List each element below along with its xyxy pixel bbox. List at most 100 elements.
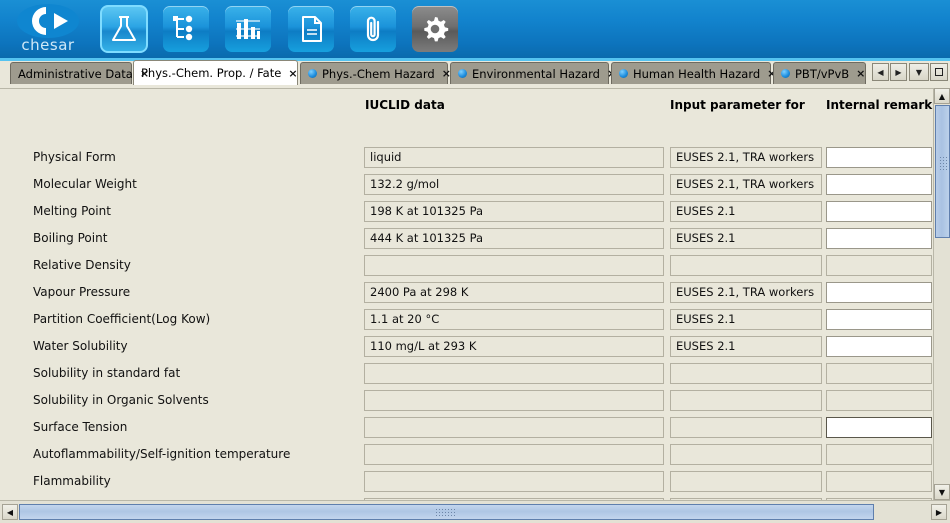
tab-close-icon[interactable]: × [856,67,865,80]
input-parameter-for-field[interactable]: EUSES 2.1, TRA workers [670,174,822,195]
chesar-logo: chesar [6,1,90,57]
horizontal-scrollbar[interactable]: ◀ ▶ [0,500,950,523]
property-label: Partition Coefficient(Log Kow) [33,312,211,326]
property-label: Physical Form [33,150,116,164]
scroll-left-button[interactable]: ◀ [2,504,18,520]
table-row: Flammability [0,469,935,496]
property-label: Water Solubility [33,339,128,353]
input-parameter-for-field[interactable]: EUSES 2.1 [670,309,822,330]
toolbar-button-substance[interactable] [100,5,148,53]
tab-close-icon[interactable]: × [140,67,149,80]
toolbar-button-assessment[interactable] [225,6,271,52]
scroll-up-button[interactable]: ▲ [934,88,950,104]
tab-list-dropdown-button[interactable]: ▼ [909,63,929,81]
internal-remarks-field[interactable] [826,309,932,330]
input-parameter-for-field[interactable]: EUSES 2.1 [670,336,822,357]
scroll-right-button[interactable]: ▶ [931,504,947,520]
input-parameter-for-field[interactable] [670,255,822,276]
internal-remarks-field[interactable] [826,255,932,276]
internal-remarks-field[interactable] [826,336,932,357]
column-header-input-parameter-for: Input parameter for [670,98,805,112]
tab-pbt-vpvb[interactable]: PBT/vPvB × [773,62,866,84]
gear-icon [424,17,449,42]
triangle-down-icon: ▼ [938,487,946,497]
property-label: Surface Tension [33,420,128,434]
horizontal-scrollbar-thumb[interactable] [19,504,874,520]
input-parameter-for-field[interactable] [670,471,822,492]
tab-human-health-hazard[interactable]: Human Health Hazard × [611,62,776,84]
chevron-down-icon: ▼ [915,67,923,77]
table-row: Physical Form liquid EUSES 2.1, TRA worker… [0,145,935,172]
internal-remarks-field[interactable] [826,201,932,222]
tab-phys-chem-hazard[interactable]: Phys.-Chem Hazard × [300,62,451,84]
flask-icon [112,16,136,41]
internal-remarks-field[interactable] [826,363,932,384]
tab-scroll-left-button[interactable]: ◀ [872,63,889,81]
input-parameter-for-field[interactable] [670,444,822,465]
triangle-left-icon: ◀ [6,507,14,517]
iuclid-data-field[interactable] [364,471,664,492]
internal-remarks-field[interactable] [826,174,932,195]
input-parameter-for-field[interactable]: EUSES 2.1 [670,228,822,249]
iuclid-data-field[interactable]: 444 K at 101325 Pa [364,228,664,249]
iuclid-data-field[interactable] [364,363,664,384]
scroll-down-button[interactable]: ▼ [934,484,950,500]
iuclid-data-field[interactable] [364,255,664,276]
table-row: Solubility in standard fat [0,361,935,388]
toolbar-button-attachments[interactable] [350,6,396,52]
vertical-scrollbar-thumb[interactable] [935,105,950,238]
document-icon [302,16,322,42]
input-parameter-for-field[interactable] [670,390,822,411]
triangle-right-icon: ▶ [935,507,943,517]
iuclid-data-field[interactable] [364,417,664,438]
table-row: Melting Point 198 K at 101325 Pa EUSES 2.1 [0,199,935,226]
internal-remarks-field[interactable] [826,390,932,411]
chevron-right-icon: ▶ [895,67,902,77]
property-label: Autoflammability/Self-ignition temperatu… [33,447,291,461]
paperclip-icon [366,16,380,42]
property-label: Solubility in standard fat [33,366,181,380]
table-row: Partition Coefficient(Log Kow) 1.1 at 20 … [0,307,935,334]
input-parameter-for-field[interactable]: EUSES 2.1, TRA workers [670,147,822,168]
table-row: Solubility in Organic Solvents [0,388,935,415]
tab-label: Phys.-Chem. Prop. / Fate [141,66,282,80]
iuclid-data-field[interactable]: 1.1 at 20 °C [364,309,664,330]
app-banner: chesar [0,0,950,58]
iuclid-data-field[interactable] [364,390,664,411]
input-parameter-for-field[interactable]: EUSES 2.1, TRA workers [670,282,822,303]
tab-administrative-data[interactable]: Administrative Data × [10,62,149,84]
internal-remarks-field[interactable] [826,147,932,168]
internal-remarks-field[interactable] [826,417,932,438]
tab-environmental-hazard[interactable]: Environmental Hazard × [450,62,616,84]
tab-label: Environmental Hazard [472,66,600,81]
table-row: Molecular Weight 132.2 g/mol EUSES 2.1, TR… [0,172,935,199]
toolbar-button-report[interactable] [288,6,334,52]
tab-scroll-right-button[interactable]: ▶ [890,63,907,81]
toolbar-button-uses[interactable] [163,6,209,52]
iuclid-data-field[interactable]: 198 K at 101325 Pa [364,201,664,222]
iuclid-data-field[interactable]: 132.2 g/mol [364,174,664,195]
tab-restore-button[interactable] [930,63,948,81]
tab-close-icon[interactable]: × [288,67,297,80]
status-dot-icon [619,69,628,78]
internal-remarks-field[interactable] [826,282,932,303]
internal-remarks-field[interactable] [826,228,932,249]
iuclid-data-field[interactable]: 110 mg/L at 293 K [364,336,664,357]
tab-label: PBT/vPvB [795,66,850,81]
chesar-wordmark: chesar [21,36,75,54]
iuclid-data-field[interactable] [364,444,664,465]
triangle-up-icon: ▲ [938,91,946,101]
toolbar-button-settings[interactable] [412,6,458,52]
vertical-scrollbar[interactable]: ▲ ▼ [933,88,950,500]
iuclid-data-field[interactable]: liquid [364,147,664,168]
input-parameter-for-field[interactable] [670,417,822,438]
bar-chart-icon [236,19,260,39]
restore-window-icon [935,68,943,76]
internal-remarks-field[interactable] [826,444,932,465]
iuclid-data-field[interactable]: 2400 Pa at 298 K [364,282,664,303]
internal-remarks-field[interactable] [826,471,932,492]
input-parameter-for-field[interactable]: EUSES 2.1 [670,201,822,222]
tab-phys-chem-prop-fate[interactable]: Phys.-Chem. Prop. / Fate × [133,60,298,85]
chesar-logo-icon [17,4,79,38]
input-parameter-for-field[interactable] [670,363,822,384]
